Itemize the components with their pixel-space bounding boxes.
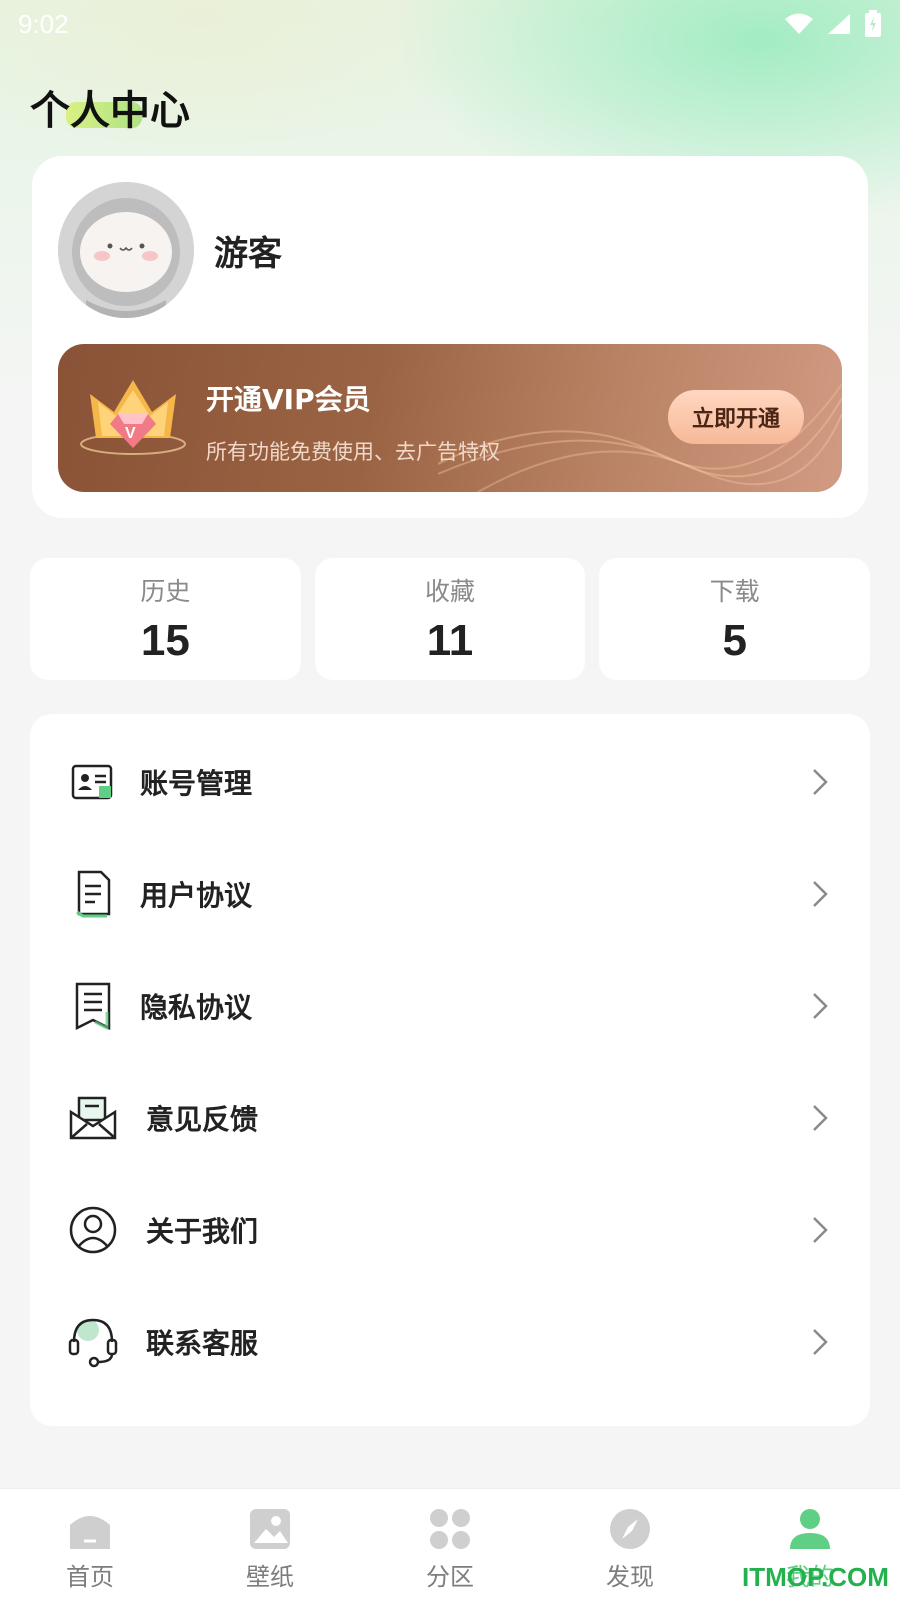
chevron-right-icon	[813, 993, 828, 1019]
stat-value: 15	[140, 616, 190, 665]
profile-card: 游客 V 开通VIP会员 所有功能免费使用、去广告特权 立即开通	[32, 156, 868, 518]
grid-icon	[430, 1509, 470, 1549]
menu-item-user-agreement[interactable]: 用户协议	[30, 838, 870, 950]
stat-label: 下载	[709, 577, 760, 606]
user-circle-icon	[69, 1206, 117, 1254]
vip-crown-icon: V	[80, 380, 186, 455]
chevron-right-icon	[813, 1217, 828, 1243]
avatar[interactable]	[58, 182, 194, 318]
vip-title: 开通VIP会员	[206, 383, 371, 416]
menu-card: 账号管理 用户协议 隐私协议 意见反馈 关于我们 联系客服	[30, 714, 870, 1426]
menu-label: 联系客服	[146, 1327, 259, 1360]
tab-label: 发现	[606, 1563, 654, 1591]
status-bar: 9:02	[0, 0, 900, 48]
tab-category[interactable]: 分区	[360, 1489, 540, 1600]
avatar-mascot-icon	[58, 182, 194, 318]
battery-icon	[865, 10, 881, 37]
chevron-right-icon	[813, 881, 828, 907]
chevron-right-icon	[813, 1329, 828, 1355]
watermark: ITMOP.COM	[742, 1562, 889, 1592]
vip-banner[interactable]: V 开通VIP会员 所有功能免费使用、去广告特权 立即开通	[58, 344, 842, 492]
compass-icon	[610, 1509, 650, 1549]
stat-value: 5	[722, 616, 747, 665]
image-icon	[250, 1509, 290, 1549]
id-card-icon	[71, 764, 113, 800]
stat-history[interactable]: 历史 15	[30, 558, 301, 680]
document-icon	[76, 870, 111, 918]
menu-label: 用户协议	[140, 879, 253, 912]
stats-row: 历史 15 收藏 11 下载 5	[30, 558, 871, 680]
tab-discover[interactable]: 发现	[540, 1489, 720, 1600]
svg-text:V: V	[125, 425, 136, 442]
menu-item-customer-service[interactable]: 联系客服	[30, 1286, 870, 1398]
tab-label: 壁纸	[246, 1563, 294, 1591]
tab-label: 首页	[66, 1563, 114, 1591]
stat-downloads[interactable]: 下载 5	[599, 558, 871, 680]
menu-item-feedback[interactable]: 意见反馈	[30, 1062, 870, 1174]
menu-label: 隐私协议	[140, 991, 253, 1024]
vip-activate-button[interactable]: 立即开通	[668, 390, 804, 444]
menu-item-about[interactable]: 关于我们	[30, 1174, 870, 1286]
chevron-right-icon	[813, 769, 828, 795]
status-icons	[784, 10, 882, 38]
menu-label: 意见反馈	[146, 1103, 259, 1136]
tab-wallpaper[interactable]: 壁纸	[180, 1489, 360, 1600]
signal-icon	[828, 14, 850, 34]
vip-subtitle: 所有功能免费使用、去广告特权	[206, 440, 500, 464]
stat-favorites[interactable]: 收藏 11	[314, 558, 586, 680]
menu-label: 关于我们	[146, 1215, 259, 1248]
wifi-icon	[785, 13, 813, 34]
bookmark-document-icon	[75, 982, 111, 1030]
username: 游客	[214, 234, 282, 274]
stat-value: 11	[426, 616, 474, 665]
tab-home[interactable]: 首页	[0, 1489, 180, 1600]
stat-label: 收藏	[425, 577, 476, 606]
tab-label: 分区	[426, 1563, 474, 1591]
menu-item-privacy[interactable]: 隐私协议	[30, 950, 870, 1062]
person-icon	[790, 1509, 830, 1549]
chevron-right-icon	[813, 1105, 828, 1131]
home-icon	[70, 1516, 110, 1549]
menu-label: 账号管理	[140, 767, 253, 800]
headset-icon	[68, 1318, 118, 1368]
page-title: 个人中心	[30, 88, 190, 134]
mail-icon	[69, 1096, 117, 1140]
status-time: 9:02	[18, 8, 69, 39]
menu-item-account[interactable]: 账号管理	[30, 726, 870, 838]
stat-label: 历史	[140, 577, 191, 606]
